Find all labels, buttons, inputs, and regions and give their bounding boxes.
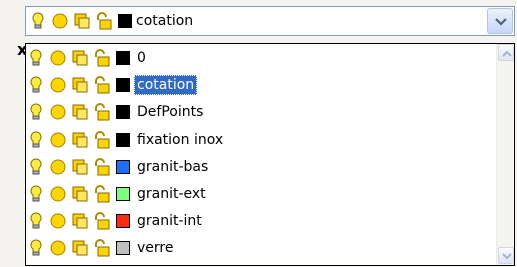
freeze-icon bbox=[72, 159, 88, 175]
freeze-icon bbox=[72, 77, 88, 93]
chevron-down-icon bbox=[495, 18, 507, 26]
lock-icon bbox=[95, 212, 110, 230]
freeze-icon bbox=[72, 213, 88, 229]
layer-dropdown-list[interactable]: 0 cotation DefPoints fixation inox granit-ba… bbox=[25, 43, 515, 266]
sun-icon bbox=[50, 104, 66, 120]
chevron-up-icon bbox=[502, 50, 512, 57]
lightbulb-icon bbox=[30, 158, 42, 175]
layer-list-item[interactable]: granit-bas bbox=[26, 155, 211, 179]
lock-icon bbox=[95, 157, 110, 176]
layer-list-item[interactable]: cotation bbox=[26, 73, 198, 97]
sun-icon bbox=[52, 13, 68, 29]
lightbulb-icon bbox=[30, 212, 42, 229]
sun-icon bbox=[50, 132, 66, 148]
layer-name: DefPoints bbox=[137, 104, 204, 121]
vertical-scrollbar[interactable] bbox=[496, 44, 514, 265]
dropdown-button[interactable] bbox=[487, 8, 513, 34]
layer-list-item[interactable]: DefPoints bbox=[26, 100, 206, 124]
lightbulb-icon bbox=[32, 12, 44, 29]
scroll-up-button[interactable] bbox=[498, 44, 514, 61]
combo-current-layer: cotation bbox=[28, 10, 193, 32]
combo-layer-name: cotation bbox=[136, 13, 194, 29]
scroll-down-button[interactable] bbox=[498, 247, 514, 264]
layer-name: 0 bbox=[137, 50, 146, 66]
freeze-icon bbox=[72, 50, 88, 66]
color-swatch bbox=[116, 241, 130, 256]
color-swatch bbox=[116, 159, 130, 174]
layer-name: granit-bas bbox=[137, 158, 209, 175]
layer-list-item[interactable]: 0 bbox=[26, 46, 149, 70]
lock-icon bbox=[95, 185, 110, 203]
lightbulb-icon bbox=[30, 185, 42, 202]
lock-icon bbox=[95, 239, 110, 257]
sun-icon bbox=[50, 159, 66, 175]
lightbulb-icon bbox=[30, 239, 42, 256]
chevron-down-icon bbox=[502, 253, 512, 260]
freeze-icon bbox=[72, 240, 88, 256]
lightbulb-icon bbox=[30, 76, 42, 93]
layer-list-item[interactable]: granit-int bbox=[26, 209, 205, 233]
color-swatch bbox=[116, 214, 130, 229]
lock-icon bbox=[95, 49, 110, 67]
color-swatch bbox=[116, 132, 130, 147]
sun-icon bbox=[50, 240, 66, 256]
lightbulb-icon bbox=[30, 131, 42, 148]
layer-list-item[interactable]: granit-ext bbox=[26, 182, 209, 206]
layer-name: verre bbox=[137, 240, 174, 257]
lock-icon bbox=[95, 130, 110, 149]
cutoff-glyph: x bbox=[17, 40, 28, 59]
lock-icon bbox=[97, 12, 112, 30]
color-swatch bbox=[118, 14, 132, 28]
freeze-icon bbox=[72, 104, 88, 120]
layer-combo-box[interactable]: cotation bbox=[25, 6, 515, 36]
layer-name: granit-int bbox=[137, 213, 202, 230]
layer-name: fixation inox bbox=[137, 131, 224, 148]
color-swatch bbox=[116, 51, 130, 65]
freeze-icon bbox=[72, 186, 88, 202]
lock-icon bbox=[95, 103, 110, 121]
layer-list-item[interactable]: fixation inox bbox=[26, 128, 226, 152]
lock-icon bbox=[95, 76, 110, 94]
layer-name: cotation bbox=[134, 75, 198, 96]
lightbulb-icon bbox=[30, 103, 42, 120]
color-swatch bbox=[116, 187, 130, 201]
sun-icon bbox=[50, 50, 66, 66]
layer-list-item[interactable]: verre bbox=[26, 236, 176, 260]
sun-icon bbox=[50, 77, 66, 93]
freeze-icon bbox=[74, 13, 90, 29]
lightbulb-icon bbox=[30, 49, 42, 66]
color-swatch bbox=[116, 78, 130, 93]
sun-icon bbox=[50, 213, 66, 229]
freeze-icon bbox=[72, 132, 88, 148]
layer-name: granit-ext bbox=[137, 186, 206, 202]
sun-icon bbox=[50, 186, 66, 202]
color-swatch bbox=[116, 105, 130, 120]
